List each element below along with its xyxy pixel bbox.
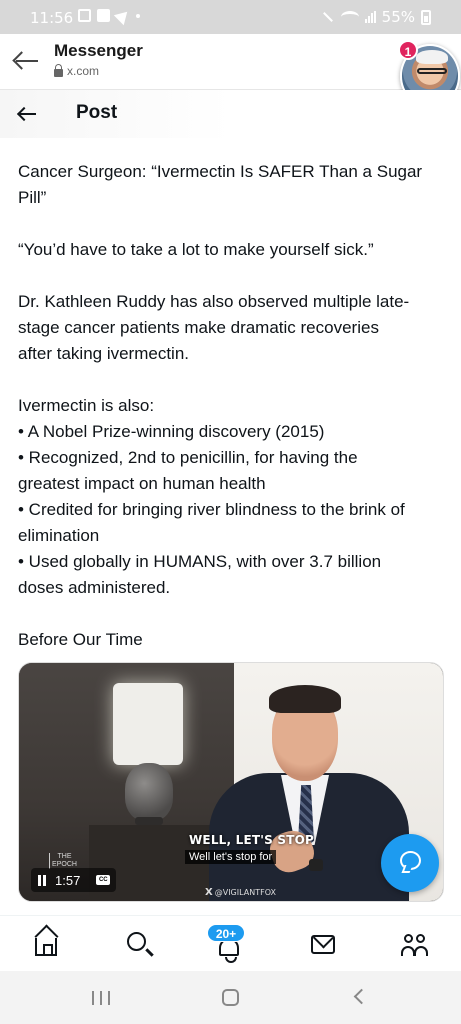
post-line: Dr. Kathleen Ruddy has also observed mul…	[18, 292, 410, 311]
video-watermark-logo: THE EPOCH	[49, 853, 79, 869]
post-back-button[interactable]	[18, 104, 40, 124]
back-arrow-icon	[20, 113, 36, 115]
status-bar: 11:56 55%	[0, 0, 461, 34]
mail-icon	[311, 935, 335, 954]
tab-home[interactable]	[32, 930, 62, 960]
tab-search[interactable]	[125, 930, 155, 960]
video-player[interactable]: THE EPOCH WELL, LET'S STOP Well let's st…	[18, 662, 444, 902]
video-caption-burned: WELL, LET'S STOP	[189, 833, 315, 847]
recents-button[interactable]	[92, 991, 110, 1005]
post-line: • Used globally in HUMANS, with over 3.7…	[18, 552, 382, 571]
video-speaker-watch	[309, 859, 323, 871]
video-watermark-handle: X @VIGILANTFOX	[205, 887, 276, 898]
more-notifications-icon	[136, 13, 140, 18]
tab-communities[interactable]	[401, 930, 431, 960]
tab-messages[interactable]	[309, 930, 339, 960]
status-notification-icons	[78, 6, 140, 25]
video-lampshade	[113, 683, 183, 765]
people-icon	[401, 932, 431, 958]
post-line: Ivermectin is also:	[18, 396, 155, 415]
video-watermark-handle-text: @VIGILANTFOX	[214, 888, 276, 897]
post-paragraph: “You’d have to take a lot to make yourse…	[18, 237, 448, 263]
video-time: 1:57	[55, 872, 81, 888]
new-message-fab[interactable]	[381, 834, 439, 892]
url-text: x.com	[67, 64, 100, 78]
post-line: greatest impact on human health	[18, 474, 266, 493]
back-arrow-icon	[16, 60, 38, 62]
post-line: • A Nobel Prize-winning discovery (2015)	[18, 422, 325, 441]
home-icon	[35, 938, 57, 956]
chat-bubble-icon	[400, 851, 421, 870]
post-line: stage cancer patients make dramatic reco…	[18, 318, 379, 337]
video-speaker-hair	[269, 685, 341, 713]
post-header: Post	[0, 90, 461, 138]
post-line: Before Our Time	[18, 630, 143, 649]
battery-icon	[421, 9, 431, 25]
back-button[interactable]	[12, 46, 42, 76]
video-lamp-foot	[135, 817, 163, 825]
post-paragraph: Ivermectin is also: • A Nobel Prize-winn…	[18, 393, 448, 601]
home-button[interactable]	[222, 989, 239, 1006]
post-line: • Credited for bringing river blindness …	[18, 500, 405, 519]
search-icon	[127, 932, 146, 951]
closed-captions-icon[interactable]: CC	[96, 875, 111, 885]
post-line: doses administered.	[18, 578, 171, 597]
chat-head-unread-badge: 1	[398, 40, 418, 60]
wifi-icon	[340, 11, 359, 23]
video-controls: 1:57 CC	[31, 868, 117, 892]
mute-icon	[321, 10, 335, 24]
system-nav-bar	[0, 971, 461, 1024]
post-paragraph: Cancer Surgeon: “Ivermectin Is SAFER Tha…	[18, 159, 448, 211]
video-lamp-base	[125, 763, 173, 821]
lock-icon	[54, 63, 63, 77]
post-line: • Recognized, 2nd to penicillin, for hav…	[18, 448, 358, 467]
post-header-title: Post	[76, 102, 118, 123]
post-line: “You’d have to take a lot to make yourse…	[18, 240, 374, 259]
post-line: Pill”	[18, 188, 47, 207]
pause-icon[interactable]	[37, 874, 47, 886]
post-line: elimination	[18, 526, 100, 545]
notifications-count-badge: 20+	[207, 924, 245, 942]
app-title: Messenger	[54, 41, 143, 60]
battery-percent: 55%	[381, 8, 415, 26]
checkbox-notification-icon	[97, 9, 110, 22]
video-caption-cc: Well let's stop for	[185, 850, 277, 864]
status-time: 11:56	[30, 9, 74, 27]
system-back-button[interactable]	[353, 988, 370, 1005]
signal-icon	[364, 11, 376, 23]
app-bar: Messenger x.com	[0, 34, 461, 90]
url-display: x.com	[54, 63, 100, 78]
status-system-icons: 55%	[321, 8, 431, 26]
post-line: after taking ivermectin.	[18, 344, 190, 363]
gallery-notification-icon	[78, 9, 91, 22]
post-line: Cancer Surgeon: “Ivermectin Is SAFER Tha…	[18, 162, 423, 181]
post-paragraph: Before Our Time	[18, 627, 448, 653]
post-text: Cancer Surgeon: “Ivermectin Is SAFER Tha…	[18, 159, 448, 679]
x-logo-icon: X	[205, 887, 213, 898]
post-paragraph: Dr. Kathleen Ruddy has also observed mul…	[18, 289, 448, 367]
telegram-notification-icon	[113, 6, 133, 25]
